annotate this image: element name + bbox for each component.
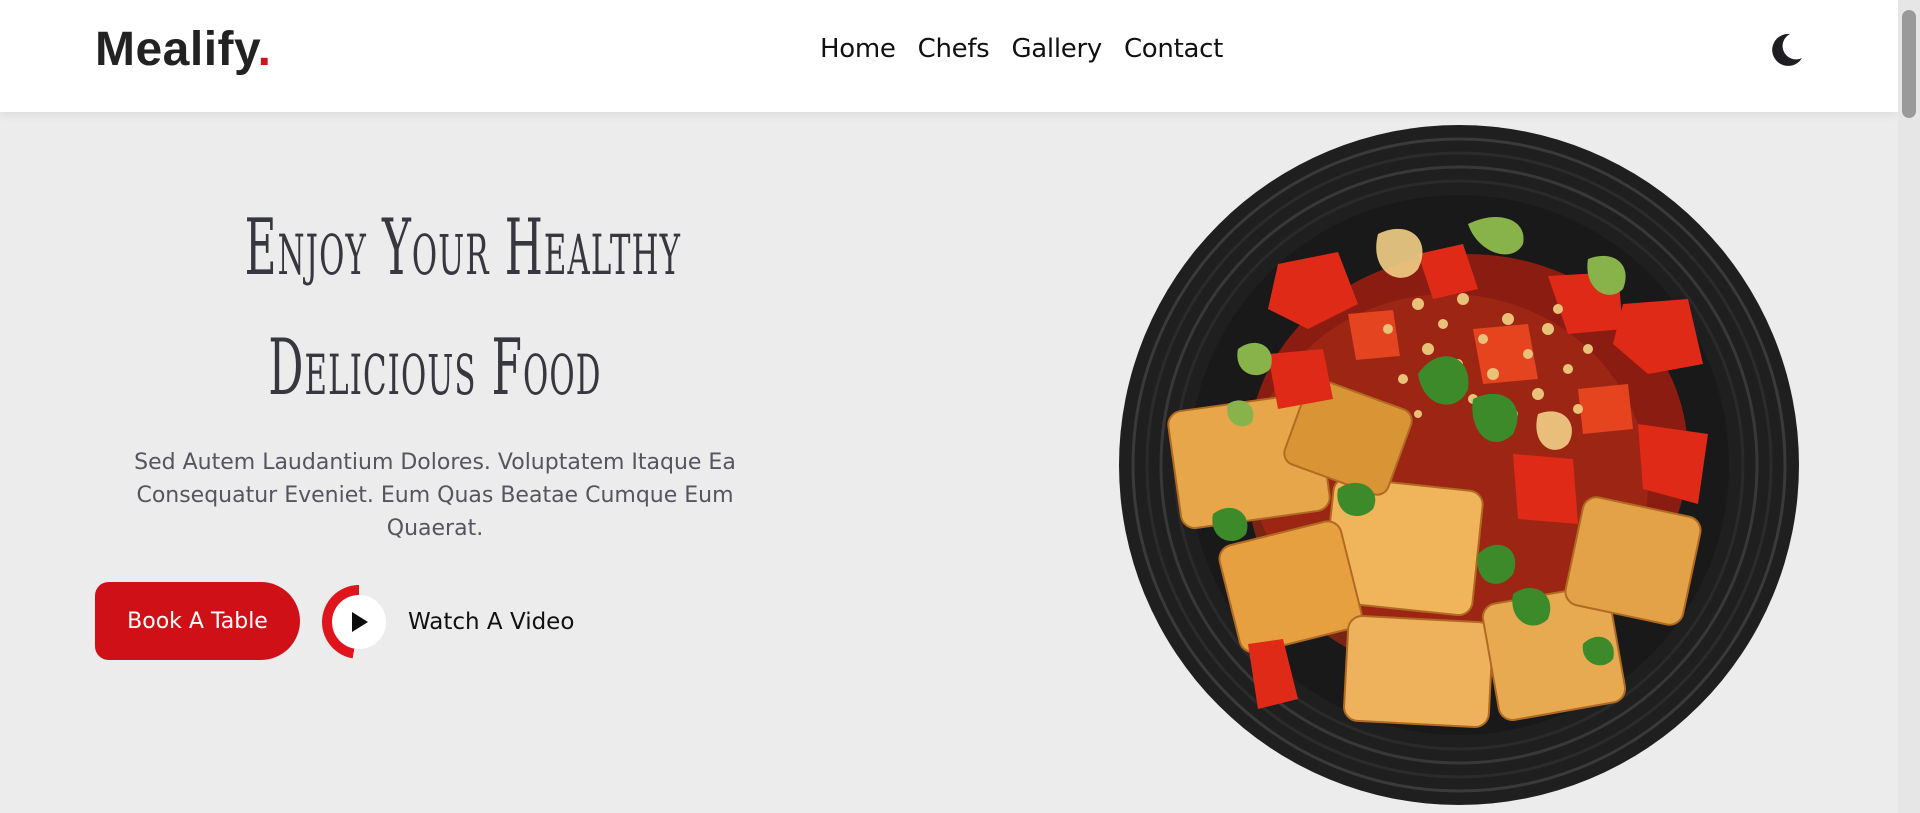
nav-home[interactable]: Home: [820, 34, 896, 64]
brand-dot: .: [257, 23, 272, 76]
play-icon: [332, 595, 386, 649]
food-dish-image: [1118, 124, 1800, 806]
watch-video-label: Watch A Video: [408, 609, 575, 635]
moon-icon[interactable]: [1766, 30, 1806, 70]
site-header: Mealify. Home Chefs Gallery Contact: [0, 0, 1898, 112]
hero-title-line-1: Enjoy Your Healthy: [244, 203, 682, 293]
play-ring: [322, 585, 396, 659]
hero-subtitle: Sed Autem Laudantium Dolores. Voluptatem…: [134, 450, 736, 541]
hero-title-line-2: Delicious Food: [268, 323, 602, 413]
nav-contact[interactable]: Contact: [1124, 34, 1223, 64]
brand-logo[interactable]: Mealify.: [95, 22, 272, 77]
watch-video-button[interactable]: Watch A Video: [322, 584, 574, 660]
page-scrollbar[interactable]: [1898, 0, 1920, 813]
nav-chefs[interactable]: Chefs: [918, 34, 990, 64]
hero-title: Enjoy Your Healthy Delicious Food: [244, 188, 682, 428]
brand-name: Mealify: [95, 23, 258, 76]
nav-gallery[interactable]: Gallery: [1011, 34, 1102, 64]
main-nav: Home Chefs Gallery Contact: [820, 34, 1223, 64]
scrollbar-thumb[interactable]: [1902, 10, 1916, 118]
book-table-button[interactable]: Book A Table: [95, 582, 300, 660]
